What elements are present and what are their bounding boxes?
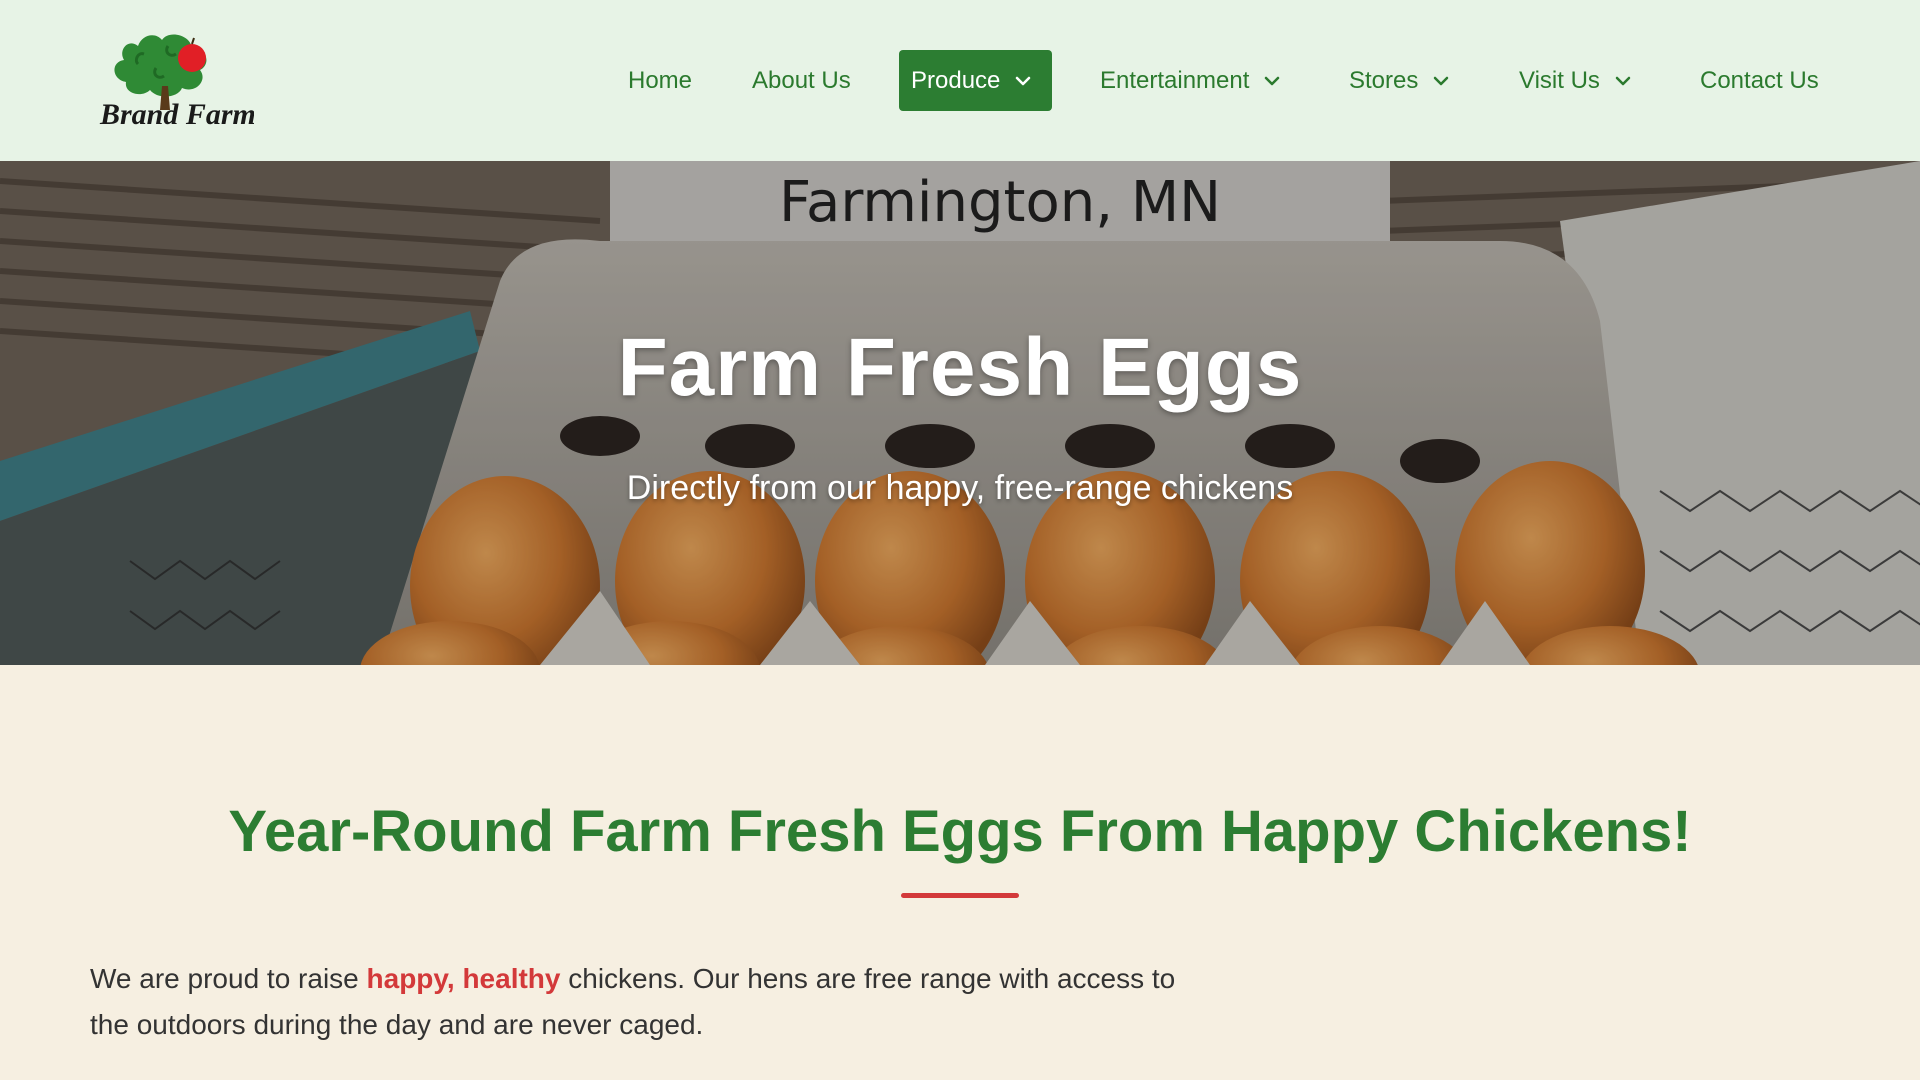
section-heading: Year-Round Farm Fresh Eggs From Happy Ch…: [228, 799, 1692, 864]
nav-item-label: Contact Us: [1700, 66, 1819, 94]
nav-item-label: Produce: [911, 66, 1001, 94]
hero-banner: Farmington, MN Farm Fresh Eggs Directly …: [0, 161, 1920, 665]
nav-item-label: Visit Us: [1519, 66, 1600, 94]
chevron-down-icon: [1430, 70, 1452, 92]
intro-text-start: We are proud to raise: [90, 963, 367, 994]
intro-paragraph: We are proud to raise happy, healthy chi…: [90, 956, 1190, 1048]
chevron-down-icon: [1012, 70, 1034, 92]
nav-item-label: Stores: [1349, 66, 1419, 94]
nav-item-label: Entertainment: [1100, 66, 1250, 94]
chevron-down-icon: [1261, 70, 1283, 92]
nav-item-stores[interactable]: Stores: [1349, 50, 1452, 111]
intro-highlight: happy, healthy: [366, 963, 561, 994]
nav-item-label: About Us: [752, 66, 851, 94]
chevron-down-icon: [1612, 70, 1634, 92]
nav-item-contact-us[interactable]: Contact Us: [1700, 50, 1819, 111]
nav-item-home[interactable]: Home: [628, 50, 692, 111]
hero-subtitle: Directly from our happy, free-range chic…: [626, 469, 1294, 507]
nav-item-label: Home: [628, 66, 693, 94]
site-header: Brand Farms Home About Us Produce Entert…: [0, 0, 1920, 161]
hero-title: Farm Fresh Eggs: [617, 322, 1303, 413]
nav-item-about-us[interactable]: About Us: [752, 50, 851, 111]
heading-divider: [901, 893, 1019, 898]
nav-item-visit-us[interactable]: Visit Us: [1519, 50, 1634, 111]
nav-item-entertainment[interactable]: Entertainment: [1100, 50, 1283, 111]
nav-item-produce[interactable]: Produce: [899, 50, 1052, 111]
main-nav: Home About Us Produce Entertainment Stor…: [0, 50, 1920, 111]
